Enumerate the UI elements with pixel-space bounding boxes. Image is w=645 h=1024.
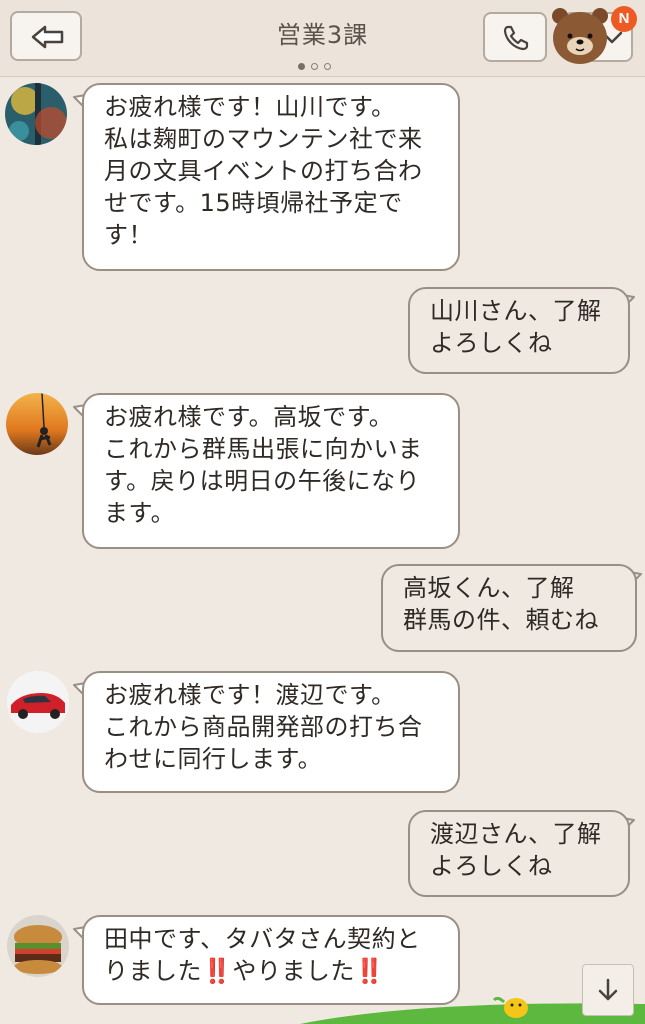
arrow-down-icon — [598, 978, 618, 1001]
scroll-to-bottom-button[interactable] — [582, 964, 634, 1016]
phone-icon — [503, 25, 529, 51]
page-dot — [311, 63, 318, 70]
notification-badge: N — [611, 6, 637, 32]
page-indicator — [298, 55, 337, 74]
avatar-image — [7, 915, 69, 977]
call-button[interactable] — [483, 12, 547, 62]
avatar-image — [5, 83, 67, 145]
grass-decoration — [300, 996, 645, 1024]
message-bubble-outgoing[interactable]: 渡辺さん、了解 よろしくね — [408, 810, 630, 897]
message-bubble-incoming[interactable]: お疲れ様です！渡辺です。 これから商品開発部の打ち合 わせに同行します。 — [82, 671, 460, 793]
bear-sticker-icon[interactable] — [549, 4, 611, 66]
avatar-takasaka[interactable] — [6, 393, 68, 455]
page-dot — [324, 63, 331, 70]
chat-header: 営業3課 N — [0, 0, 645, 77]
avatar-watanabe[interactable] — [7, 671, 69, 733]
message-bubble-incoming[interactable]: お疲れ様です！山川です。 私は麹町のマウンテン社で来 月の文具イベントの打ち合わ… — [82, 83, 460, 271]
avatar-image — [6, 393, 68, 455]
avatar-image — [7, 671, 69, 733]
page-dot — [298, 63, 305, 70]
message-bubble-outgoing[interactable]: 高坂くん、了解 群馬の件、頼むね — [381, 564, 637, 652]
avatar-tanaka[interactable] — [7, 915, 69, 977]
message-bubble-incoming[interactable]: お疲れ様です。高坂です。 これから群馬出張に向かいま す。戻りは明日の午後になり… — [82, 393, 460, 549]
avatar-yamakawa[interactable] — [5, 83, 67, 145]
message-bubble-outgoing[interactable]: 山川さん、了解 よろしくね — [408, 287, 630, 374]
message-bubble-incoming[interactable]: 田中です、タバタさん契約と りました‼️やりました‼️ — [82, 915, 460, 1005]
